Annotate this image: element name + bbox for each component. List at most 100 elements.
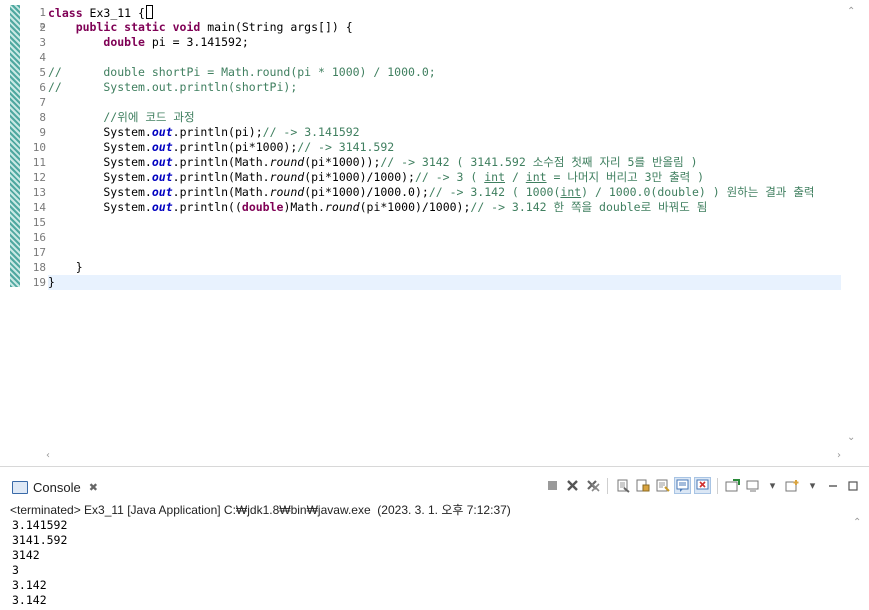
remove-launch-icon[interactable]	[564, 477, 581, 494]
console-status-line: <terminated> Ex3_11 [Java Application] C…	[10, 503, 511, 517]
bracket-match-caret	[145, 5, 153, 19]
code-line-1[interactable]: class Ex3_11 {	[48, 5, 841, 20]
chevron-down-icon[interactable]: ▾	[764, 477, 781, 494]
code-token: double	[241, 200, 284, 214]
code-comment: // -> 3.142 한 쪽을 double로 바꿔도 됨	[470, 200, 708, 214]
code-token: System.	[48, 155, 152, 169]
code-text-area[interactable]: class Ex3_11 { public static void main(S…	[48, 5, 841, 290]
show-stderr-icon[interactable]	[694, 477, 711, 494]
console-vertical-scrollbar[interactable]: ⌃	[851, 517, 863, 610]
pin-console-icon[interactable]	[724, 477, 741, 494]
code-line-3[interactable]: double pi = 3.141592;	[48, 35, 841, 50]
terminate-icon[interactable]	[544, 477, 561, 494]
code-token: .println(Math.	[172, 185, 270, 199]
scroll-left-icon[interactable]: ‹	[46, 450, 50, 461]
code-comment: // -> 3 ( int / int = 나머지 버리고 3만 출력 )	[415, 170, 704, 184]
code-token: class	[48, 6, 83, 20]
code-token: System.	[48, 185, 152, 199]
show-stdout-icon[interactable]	[674, 477, 691, 494]
open-console-icon[interactable]	[784, 477, 801, 494]
view-menu-icon[interactable]: ▾	[804, 477, 821, 494]
line-number: 19	[32, 276, 46, 289]
comment-part: int	[560, 185, 582, 199]
editor-horizontal-scrollbar[interactable]: ‹ ›	[46, 450, 841, 464]
code-token: .println(pi);	[172, 125, 263, 139]
code-token: double	[103, 35, 145, 49]
line-number: 8	[39, 111, 46, 124]
code-token: Ex3_11 {	[82, 6, 145, 20]
comment-part: ) / 1000.0(double) ) 원하는 결과 출력	[581, 185, 815, 199]
scroll-up-icon[interactable]: ⌃	[847, 6, 855, 17]
code-line-5[interactable]: // double shortPi = Math.round(pi * 1000…	[48, 65, 841, 80]
comment-part: = 나머지 버리고 3만 출력 )	[546, 170, 705, 184]
code-line-6[interactable]: // System.out.println(shortPi);	[48, 80, 841, 95]
code-token: out	[151, 125, 173, 139]
code-token: System.	[48, 140, 152, 154]
console-toolbar: ▾ ▾	[544, 477, 861, 494]
console-output-line: 3.142	[12, 578, 47, 592]
code-line-8[interactable]: //위에 코드 과정	[48, 110, 841, 125]
maximize-icon[interactable]	[844, 477, 861, 494]
code-token: System.	[48, 125, 152, 139]
toolbar-separator	[717, 477, 718, 494]
code-line-7[interactable]	[48, 95, 841, 110]
code-comment: // -> 3.141592	[262, 125, 360, 139]
code-line-10[interactable]: System.out.println(pi*1000);// -> 3141.5…	[48, 140, 841, 155]
comment-part: int	[525, 170, 547, 184]
code-token: out	[151, 140, 173, 154]
code-token: pi = 3.141592;	[144, 35, 249, 49]
code-token: round	[269, 170, 305, 184]
code-line-2[interactable]: public static void main(String args[]) {	[48, 20, 841, 35]
display-console-icon[interactable]	[744, 477, 761, 494]
line-number: 1	[39, 6, 46, 19]
code-token: (pi*1000));	[304, 155, 381, 169]
console-output[interactable]: 3.141592 3141.592 3142 3 3.142 3.142	[12, 518, 67, 608]
code-line-15[interactable]	[48, 215, 841, 230]
code-line-19[interactable]: }	[48, 275, 841, 290]
code-line-18[interactable]: }	[48, 260, 841, 275]
line-number: 10	[32, 141, 46, 154]
scroll-lock-icon[interactable]	[634, 477, 651, 494]
close-icon[interactable]: ✖	[89, 481, 98, 494]
scroll-up-icon[interactable]: ⌃	[853, 517, 861, 528]
code-token: (pi*1000)/1000.0);	[304, 185, 429, 199]
tab-console[interactable]: Console ✖	[12, 478, 98, 496]
code-token: .println((	[172, 200, 242, 214]
line-number: 16	[32, 231, 46, 244]
console-output-line: 3141.592	[12, 533, 68, 547]
console-icon	[12, 480, 28, 494]
editor-vertical-scrollbar[interactable]: ⌃ ⌄	[845, 6, 857, 446]
line-number: 15	[32, 216, 46, 229]
line-number: 11	[32, 156, 46, 169]
code-line-17[interactable]	[48, 245, 841, 260]
code-line-12[interactable]: System.out.println(Math.round(pi*1000)/1…	[48, 170, 841, 185]
console-output-line: 3.142	[12, 593, 47, 607]
code-editor[interactable]: 1 2 ⊖ 3 4 5 6 7 8 9 10 11 12 13 14 15 16 …	[0, 0, 869, 467]
console-output-line: 3	[12, 563, 19, 577]
remove-all-icon[interactable]	[584, 477, 601, 494]
code-line-11[interactable]: System.out.println(Math.round(pi*1000));…	[48, 155, 841, 170]
word-wrap-icon[interactable]	[654, 477, 671, 494]
toolbar-separator	[607, 477, 608, 494]
code-line-4[interactable]	[48, 50, 841, 65]
code-line-13[interactable]: System.out.println(Math.round(pi*1000)/1…	[48, 185, 841, 200]
line-number: 7	[39, 96, 46, 109]
code-line-9[interactable]: System.out.println(pi);// -> 3.141592	[48, 125, 841, 140]
change-ruler	[10, 5, 20, 287]
minimize-icon[interactable]	[824, 477, 841, 494]
code-token: out	[151, 185, 173, 199]
console-tab-label: Console	[33, 479, 81, 495]
comment-part: /	[505, 170, 526, 184]
comment-part: // -> 3 (	[414, 170, 485, 184]
fold-collapse-icon[interactable]: ⊖	[40, 20, 45, 35]
code-line-16[interactable]	[48, 230, 841, 245]
console-output-line: 3142	[12, 548, 40, 562]
code-line-14[interactable]: System.out.println((double)Math.round(pi…	[48, 200, 841, 215]
scroll-right-icon[interactable]: ›	[837, 450, 841, 461]
line-number: 9	[39, 126, 46, 139]
code-token: .println(pi*1000);	[172, 140, 298, 154]
code-comment: // -> 3142 ( 3141.592 소수점 첫째 자리 5를 반올림 )	[380, 155, 698, 169]
clear-console-icon[interactable]	[614, 477, 631, 494]
code-comment: // -> 3141.592	[297, 140, 395, 154]
scroll-down-icon[interactable]: ⌄	[847, 432, 855, 443]
